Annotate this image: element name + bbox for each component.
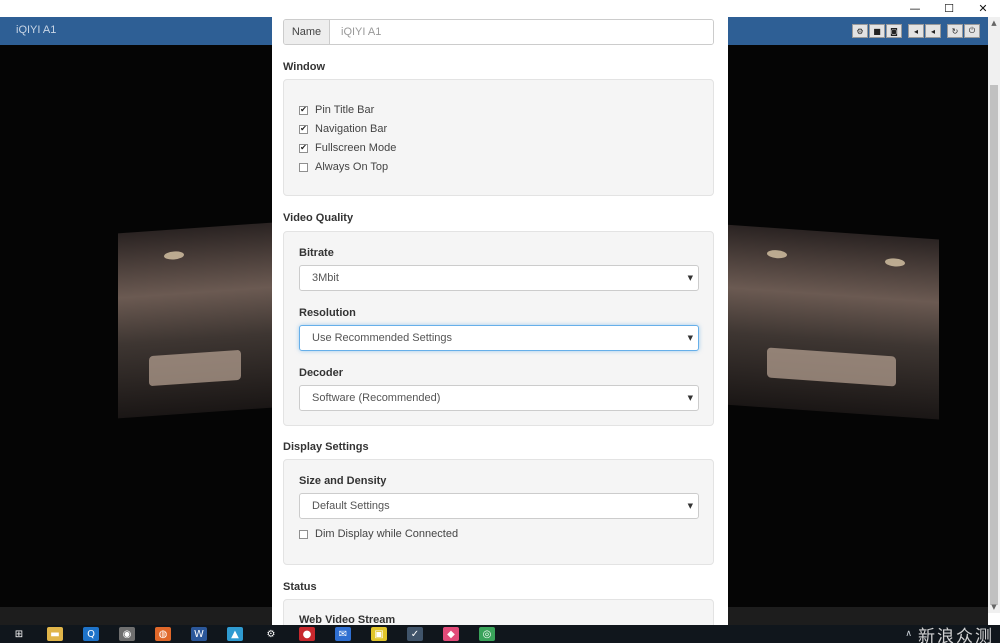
browser-q-icon[interactable]: Q xyxy=(83,627,99,641)
window-scrollbar[interactable]: ▲ ▼ xyxy=(988,17,1000,613)
status-well: Web Video Stream xyxy=(283,599,714,625)
settings-gear-icon[interactable]: ⚙ xyxy=(263,627,279,641)
checkbox[interactable]: ✔ xyxy=(299,143,308,153)
firefox-icon[interactable]: ◍ xyxy=(155,627,171,641)
video-camera-icon[interactable]: ■ xyxy=(869,24,885,38)
vr-left-eye-image xyxy=(118,222,272,419)
screenshot-camera-icon[interactable]: ◙ xyxy=(886,24,902,38)
option-label: Fullscreen Mode xyxy=(315,142,397,154)
toolbar-group-capture: ⚙ ■ ◙ xyxy=(852,24,902,38)
size-density-label: Size and Density xyxy=(299,475,387,487)
app-generic-icon[interactable]: ◉ xyxy=(119,627,135,641)
option-label: Always On Top xyxy=(315,161,389,173)
vr-lamp xyxy=(164,250,185,261)
os-taskbar: ⊞ ▬ Q ◉ ◍ W ▲ ⚙ ● ✉ ▣ ✓ ◆ ◎ ∧ 新浪众测 xyxy=(0,625,1000,643)
window-options-well: ✔ Pin Title Bar ✔ Navigation Bar ✔ Fulls… xyxy=(283,79,714,196)
window-section-title: Window xyxy=(283,61,326,73)
window-controls: — ☐ ✕ xyxy=(898,0,1000,17)
video-quality-section-title: Video Quality xyxy=(283,212,354,224)
navigation-bar-option[interactable]: ✔ Navigation Bar xyxy=(299,123,387,135)
resolution-value: Use Recommended Settings xyxy=(312,332,453,344)
toolbar-group-power: ↻ ⏻ xyxy=(947,24,980,38)
status-section-title: Status xyxy=(283,581,317,593)
chevron-down-icon: ▼ xyxy=(687,274,693,282)
always-on-top-option[interactable]: Always On Top xyxy=(299,161,388,173)
chevron-down-icon: ▼ xyxy=(687,394,693,402)
notes-app-icon[interactable]: ▣ xyxy=(371,627,387,641)
app-title: iQIYI A1 xyxy=(16,24,57,36)
windows-start-icon[interactable]: ⊞ xyxy=(11,627,27,641)
image-app-icon[interactable]: ▲ xyxy=(227,627,243,641)
display-settings-section-title: Display Settings xyxy=(283,441,369,453)
size-density-value: Default Settings xyxy=(312,500,390,512)
bitrate-select[interactable]: 3Mbit ▼ xyxy=(299,265,699,291)
checkbox[interactable] xyxy=(299,529,308,539)
red-app-icon[interactable]: ● xyxy=(299,627,315,641)
close-icon[interactable]: ✕ xyxy=(966,0,1000,17)
checkbox[interactable] xyxy=(299,162,308,172)
minimize-icon[interactable]: — xyxy=(898,0,932,17)
name-input[interactable] xyxy=(330,20,713,44)
vr-lamp xyxy=(885,257,906,268)
display-settings-well: Size and Density Default Settings ▼ Dim … xyxy=(283,459,714,565)
checkbox[interactable]: ✔ xyxy=(299,105,308,115)
rotate-icon[interactable]: ↻ xyxy=(947,24,963,38)
decoder-select[interactable]: Software (Recommended) ▼ xyxy=(299,385,699,411)
settings-icon[interactable]: ⚙ xyxy=(852,24,868,38)
word-icon[interactable]: W xyxy=(191,627,207,641)
size-density-select[interactable]: Default Settings ▼ xyxy=(299,493,699,519)
chevron-down-icon: ▼ xyxy=(687,334,693,342)
option-label: Pin Title Bar xyxy=(315,104,375,116)
bitrate-value: 3Mbit xyxy=(312,272,339,284)
vr-right-eye-image xyxy=(724,224,939,420)
settings-panel: Name Window ✔ Pin Title Bar ✔ Navigation… xyxy=(272,17,728,625)
pink-app-icon[interactable]: ◆ xyxy=(443,627,459,641)
scroll-down-icon[interactable]: ▼ xyxy=(988,601,1000,613)
decoder-value: Software (Recommended) xyxy=(312,392,441,404)
web-video-stream-label: Web Video Stream xyxy=(299,614,396,625)
name-label: Name xyxy=(284,20,330,44)
scrollbar-thumb[interactable] xyxy=(990,85,998,605)
pin-title-bar-option[interactable]: ✔ Pin Title Bar xyxy=(299,104,374,116)
vr-lamp xyxy=(767,249,787,259)
file-explorer-icon[interactable]: ▬ xyxy=(47,627,63,641)
vr-bed xyxy=(148,349,242,387)
dim-display-option[interactable]: Dim Display while Connected xyxy=(299,528,458,540)
taskbar-icons: ⊞ ▬ Q ◉ ◍ W ▲ ⚙ ● ✉ ▣ ✓ ◆ ◎ xyxy=(0,627,515,641)
checkbox[interactable]: ✔ xyxy=(299,124,308,134)
maximize-icon[interactable]: ☐ xyxy=(932,0,966,17)
fullscreen-mode-option[interactable]: ✔ Fullscreen Mode xyxy=(299,142,396,154)
device-toolbar: ⚙ ■ ◙ ◂ ◂ ↻ ⏻ xyxy=(852,24,980,38)
option-label: Navigation Bar xyxy=(315,123,388,135)
os-window-titlebar: — ☐ ✕ xyxy=(0,0,1000,17)
chrome-icon[interactable]: ◎ xyxy=(479,627,495,641)
vr-bed xyxy=(767,347,896,387)
resolution-select[interactable]: Use Recommended Settings ▼ xyxy=(299,325,699,351)
toolbar-group-volume: ◂ ◂ xyxy=(908,24,941,38)
system-tray: ∧ 新浪众测 xyxy=(905,625,994,643)
tray-chevron-icon[interactable]: ∧ xyxy=(905,629,912,639)
bitrate-label: Bitrate xyxy=(299,247,334,259)
resolution-label: Resolution xyxy=(299,307,356,319)
decoder-label: Decoder xyxy=(299,367,344,379)
watermark: 新浪众测 xyxy=(918,626,994,643)
volume-down-icon[interactable]: ◂ xyxy=(908,24,924,38)
chevron-down-icon: ▼ xyxy=(687,502,693,510)
volume-up-icon[interactable]: ◂ xyxy=(925,24,941,38)
mail-shield-icon[interactable]: ✉ xyxy=(335,627,351,641)
scroll-up-icon[interactable]: ▲ xyxy=(988,17,1000,29)
option-label: Dim Display while Connected xyxy=(315,528,459,540)
video-quality-well: Bitrate 3Mbit ▼ Resolution Use Recommend… xyxy=(283,231,714,426)
power-icon[interactable]: ⏻ xyxy=(964,24,980,38)
name-input-group: Name xyxy=(283,19,714,45)
active-app-icon[interactable]: ✓ xyxy=(407,627,423,641)
